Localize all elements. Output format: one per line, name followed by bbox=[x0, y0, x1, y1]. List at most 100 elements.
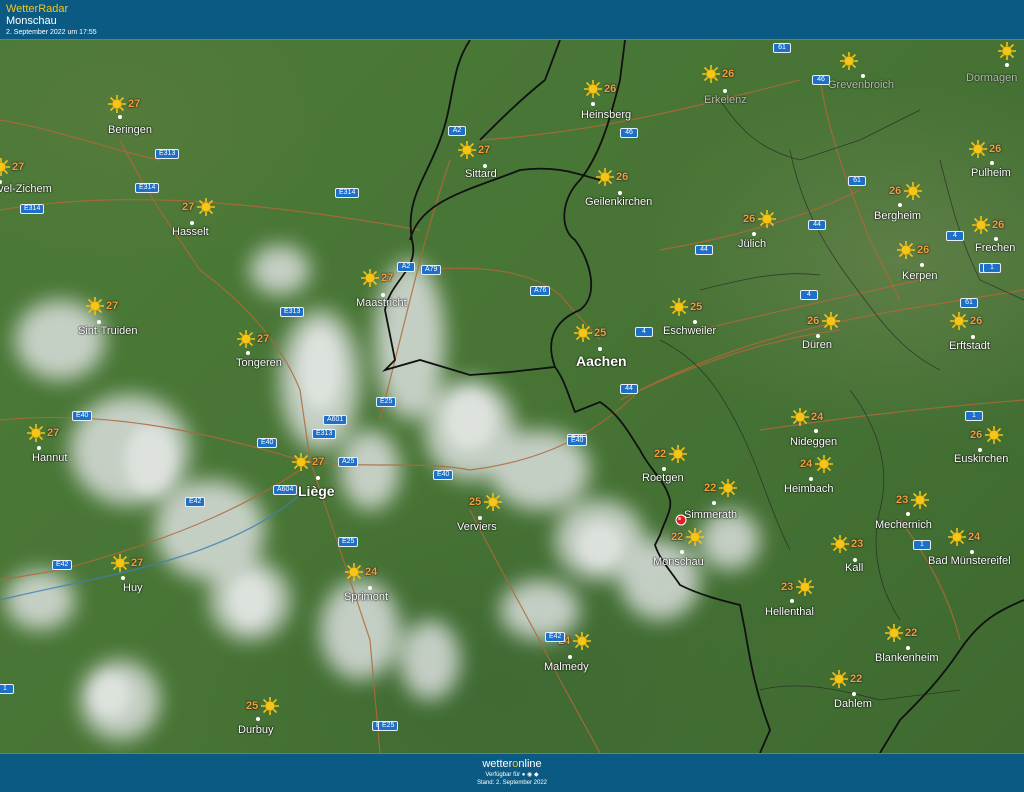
sun-icon bbox=[896, 240, 916, 260]
temperature-sittard: 27 bbox=[478, 144, 491, 156]
city-label-eschweiler[interactable]: Eschweiler bbox=[663, 325, 716, 337]
city-dot-pulheim bbox=[990, 161, 994, 165]
city-label-erkelenz[interactable]: Erkelenz bbox=[704, 94, 747, 106]
road-shield-46: 46 bbox=[812, 75, 830, 85]
city-label-vel-zichem[interactable]: vel-Zichem bbox=[0, 183, 52, 195]
sun-icon bbox=[903, 181, 923, 201]
city-label-hannut[interactable]: Hannut bbox=[32, 452, 67, 464]
city-label-verviers[interactable]: Verviers bbox=[457, 521, 497, 533]
city-label-nideggen[interactable]: Nideggen bbox=[790, 436, 837, 448]
city-dot-malmedy bbox=[568, 655, 572, 659]
city-dot-hellenthal bbox=[790, 599, 794, 603]
sun-icon bbox=[344, 562, 364, 582]
city-label-sprimont[interactable]: Sprimont bbox=[344, 591, 388, 603]
city-dot-beringen bbox=[118, 115, 122, 119]
sun-icon bbox=[884, 623, 904, 643]
road-shield-e40: E40 bbox=[257, 438, 278, 448]
app-name: WetterRadar bbox=[6, 3, 69, 15]
windows-icon: ◆ bbox=[533, 772, 539, 778]
sun-icon-graphic bbox=[829, 669, 849, 689]
sun-icon bbox=[795, 577, 815, 597]
city-label-malmedy[interactable]: Malmedy bbox=[544, 661, 589, 673]
cloud-layer bbox=[5, 245, 760, 740]
wetteronline-logo[interactable]: wetteronline bbox=[0, 758, 1024, 771]
city-dot-erftstadt bbox=[971, 335, 975, 339]
temperature-kerpen: 26 bbox=[917, 244, 930, 256]
city-label-monschau[interactable]: Monschau bbox=[653, 556, 704, 568]
city-label-kall[interactable]: Kall bbox=[845, 562, 863, 574]
timestamp: 2. September 2022 um 17:55 bbox=[6, 29, 97, 36]
temperature-heimbach: 24 bbox=[800, 458, 813, 470]
sun-icon-graphic bbox=[839, 51, 859, 71]
city-label-kerpen[interactable]: Kerpen bbox=[902, 270, 937, 282]
city-label-heinsberg[interactable]: Heinsberg bbox=[581, 109, 631, 121]
weather-map[interactable]: 27 Beringen 27 Hasselt 27 vel-Zichem 27 Sint-Tr… bbox=[0, 40, 1024, 753]
city-label-sint-truiden[interactable]: Sint-Truiden bbox=[78, 325, 138, 337]
city-label-tongeren[interactable]: Tongeren bbox=[236, 357, 282, 369]
sun-icon-graphic bbox=[821, 311, 841, 331]
temperature-simmerath: 22 bbox=[704, 482, 717, 494]
city-label-grevenbroich[interactable]: Grevenbroich bbox=[828, 79, 894, 91]
sun-icon-graphic bbox=[291, 452, 311, 472]
app-header: WetterRadar Monschau 2. September 2022 u… bbox=[0, 0, 1024, 40]
city-label-pulheim[interactable]: Pulheim bbox=[971, 167, 1011, 179]
city-label-simmerath[interactable]: Simmerath bbox=[684, 509, 737, 521]
city-dot-hasselt bbox=[190, 221, 194, 225]
road-shield-61: 61 bbox=[848, 176, 866, 186]
city-label-heimbach[interactable]: Heimbach bbox=[784, 483, 834, 495]
city-label-erftstadt[interactable]: Erftstadt bbox=[949, 340, 990, 352]
sun-icon-graphic bbox=[85, 296, 105, 316]
location-name[interactable]: Monschau bbox=[6, 15, 1018, 28]
city-label-maastricht[interactable]: Maastricht bbox=[356, 297, 407, 309]
city-dot-simmerath bbox=[712, 501, 716, 505]
temperature-tongeren: 27 bbox=[257, 333, 270, 345]
sun-icon-graphic bbox=[573, 323, 593, 343]
road-shield-44: 44 bbox=[620, 384, 638, 394]
temperature-dahlem: 22 bbox=[850, 673, 863, 685]
road-shield-61: 61 bbox=[960, 298, 978, 308]
city-label-bad-münstereifel[interactable]: Bad Münstereifel bbox=[928, 555, 1011, 567]
road-shield-1: 1 bbox=[983, 263, 1001, 273]
sun-icon bbox=[291, 452, 311, 472]
road-shield-e313: E313 bbox=[312, 429, 337, 439]
road-shield-e25: E25 bbox=[338, 537, 359, 547]
city-label-frechen[interactable]: Frechen bbox=[975, 242, 1015, 254]
city-label-roetgen[interactable]: Roetgen bbox=[642, 472, 684, 484]
city-label-bergheim[interactable]: Bergheim bbox=[874, 210, 921, 222]
city-label-beringen[interactable]: Beringen bbox=[108, 124, 152, 136]
city-label-geilenkirchen[interactable]: Geilenkirchen bbox=[585, 196, 652, 208]
sun-icon bbox=[668, 444, 688, 464]
city-label-jülich[interactable]: Jülich bbox=[738, 238, 766, 250]
city-label-sittard[interactable]: Sittard bbox=[465, 168, 497, 180]
sun-icon-graphic bbox=[260, 696, 280, 716]
road-shield-a2: A2 bbox=[448, 126, 466, 136]
sun-icon-graphic bbox=[884, 623, 904, 643]
temperature-roetgen: 22 bbox=[654, 448, 667, 460]
city-label-hellenthal[interactable]: Hellenthal bbox=[765, 606, 814, 618]
city-label-durbuy[interactable]: Durbuy bbox=[238, 724, 273, 736]
city-label-hasselt[interactable]: Hasselt bbox=[172, 226, 209, 238]
city-dot-aachen bbox=[598, 347, 602, 351]
city-label-mechernich[interactable]: Mechernich bbox=[875, 519, 932, 531]
temperature-verviers: 25 bbox=[469, 496, 482, 508]
city-label-blankenheim[interactable]: Blankenheim bbox=[875, 652, 939, 664]
city-dot-dormagen bbox=[1005, 63, 1009, 67]
temperature-erkelenz: 26 bbox=[722, 68, 735, 80]
sun-icon-graphic bbox=[984, 425, 1004, 445]
sun-icon bbox=[483, 492, 503, 512]
location-pin-icon[interactable] bbox=[675, 513, 687, 526]
sun-icon bbox=[595, 167, 615, 187]
city-label-euskirchen[interactable]: Euskirchen bbox=[954, 453, 1008, 465]
city-label-huy[interactable]: Huy bbox=[123, 582, 143, 594]
temperature-vel-zichem: 27 bbox=[12, 161, 25, 173]
city-label-dormagen[interactable]: Dormagen bbox=[966, 72, 1017, 84]
city-label-düren[interactable]: Düren bbox=[802, 339, 832, 351]
sun-icon bbox=[821, 311, 841, 331]
road-shield-e314: E314 bbox=[335, 188, 360, 198]
city-label-dahlem[interactable]: Dahlem bbox=[834, 698, 872, 710]
city-label-aachen[interactable]: Aachen bbox=[576, 353, 627, 369]
sun-icon-graphic bbox=[814, 454, 834, 474]
sun-icon bbox=[0, 157, 11, 177]
temperature-erftstadt: 26 bbox=[970, 315, 983, 327]
city-label-li-ge[interactable]: Liège bbox=[298, 483, 335, 499]
